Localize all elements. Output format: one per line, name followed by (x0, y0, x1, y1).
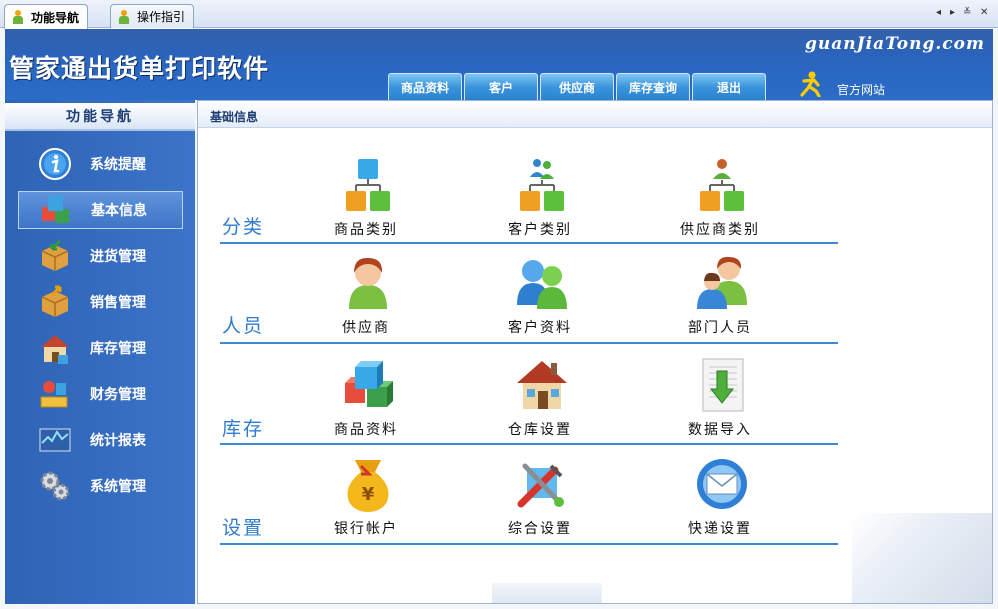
chart-icon (39, 428, 71, 452)
staff-icon (697, 256, 747, 309)
supplier-tree-icon (700, 159, 744, 211)
box-out-icon (41, 285, 69, 317)
app-title: 管家通出货单打印软件 (9, 54, 270, 83)
tile-customer-info[interactable]: 客户资料 (480, 255, 600, 345)
sidebar-item-label: 系统管理 (90, 479, 146, 495)
tab-function-nav[interactable]: 功能导航 (4, 4, 89, 29)
sidebar-item-system[interactable]: 系统管理 (18, 467, 183, 505)
cubes-icon (345, 361, 393, 407)
tile-product-category[interactable]: 商品类别 (306, 157, 426, 247)
tile-general-settings[interactable]: 综合设置 (480, 456, 600, 546)
top-nav: 商品资料 客户 供应商 库存查询 退出 (388, 73, 766, 100)
tile-customer-category[interactable]: 客户类别 (480, 157, 600, 247)
sidebar-item-reports[interactable]: 统计报表 (18, 421, 183, 459)
scroll-right-icon[interactable]: ▸ (950, 7, 955, 18)
tab-label: 功能导航 (31, 10, 80, 25)
person-icon (11, 10, 25, 24)
sidebar-item-basic-info[interactable]: 基本信息 (18, 191, 183, 229)
tile-label: 数据导入 (688, 422, 752, 438)
box-in-icon (41, 239, 69, 271)
sidebar-item-label: 库存管理 (90, 341, 146, 357)
tile-label: 仓库设置 (508, 422, 572, 438)
tile-label: 商品资料 (334, 422, 398, 438)
tile-label: 供应商 (342, 320, 390, 336)
main-tab-bar: 基础信息 (198, 101, 992, 128)
official-site-link[interactable]: 官方网站 (837, 81, 885, 98)
tile-warehouse-settings[interactable]: 仓库设置 (480, 357, 600, 447)
sidebar-item-finance[interactable]: 财务管理 (18, 375, 183, 413)
finance-icon (40, 381, 68, 408)
warehouse-icon (41, 335, 69, 364)
sidebar: 功能导航 系统提醒 基本信息 进货管理 销售管理 库存管理 财务管理 统计报表 … (5, 100, 195, 604)
supplier-person-icon (349, 257, 387, 309)
main-tab-title[interactable]: 基础信息 (210, 108, 258, 125)
cubes-icon (42, 196, 69, 223)
background-decoration (852, 513, 992, 603)
tile-label: 客户资料 (508, 320, 572, 336)
tile-label: 供应商类别 (680, 222, 760, 238)
customer-tree-icon (520, 159, 564, 211)
tile-label: 快递设置 (688, 521, 752, 537)
sidebar-item-label: 统计报表 (90, 433, 146, 449)
sidebar-title: 功能导航 (5, 103, 195, 131)
brand-logo: guanJiaTong.com (804, 34, 985, 54)
scroll-left-icon[interactable]: ◂ (936, 7, 941, 18)
gears-icon (40, 471, 70, 501)
tile-label: 银行帐户 (334, 521, 398, 537)
nav-exit[interactable]: 退出 (692, 73, 766, 100)
sidebar-item-system-reminder[interactable]: 系统提醒 (18, 145, 183, 183)
sidebar-item-inventory[interactable]: 库存管理 (18, 329, 183, 367)
sidebar-item-sales[interactable]: 销售管理 (18, 283, 183, 321)
tile-label: 综合设置 (508, 521, 572, 537)
section-label-inventory: 库存 (222, 418, 265, 440)
tile-department-staff[interactable]: 部门人员 (660, 255, 780, 345)
mail-icon (697, 459, 747, 509)
tile-supplier[interactable]: 供应商 (306, 255, 426, 345)
app-header: 管家通出货单打印软件 guanJiaTong.com 商品资料 客户 供应商 库… (5, 29, 993, 100)
svg-text:¥: ¥ (362, 484, 375, 505)
section-label-personnel: 人员 (222, 315, 265, 337)
category-tree-icon (346, 159, 390, 211)
section-label-category: 分类 (222, 216, 265, 238)
background-decoration (492, 583, 602, 603)
tools-icon (517, 463, 564, 508)
close-icon[interactable]: ✕ (980, 7, 988, 18)
tile-data-import[interactable]: 数据导入 (660, 357, 780, 447)
tile-bank-account[interactable]: ¥ 银行帐户 (306, 456, 426, 546)
tile-label: 客户类别 (508, 222, 572, 238)
tile-product-info[interactable]: 商品资料 (306, 357, 426, 447)
sidebar-item-label: 进货管理 (90, 249, 146, 265)
top-tab-strip: 功能导航 操作指引 ◂ ▸ ≚ ✕ (0, 0, 998, 29)
sidebar-item-label: 系统提醒 (90, 157, 146, 173)
running-person-icon[interactable] (798, 71, 822, 97)
tab-operation-guide[interactable]: 操作指引 (110, 4, 195, 28)
nav-customer[interactable]: 客户 (464, 73, 538, 100)
nav-supplier[interactable]: 供应商 (540, 73, 614, 100)
tile-label: 部门人员 (688, 320, 752, 336)
house-icon (517, 361, 567, 409)
sidebar-item-label: 基本信息 (91, 203, 147, 219)
tile-supplier-category[interactable]: 供应商类别 (660, 157, 780, 247)
tab-label: 操作指引 (137, 10, 186, 24)
section-label-settings: 设置 (222, 517, 265, 539)
nav-stock-query[interactable]: 库存查询 (616, 73, 690, 100)
tab-list-icon[interactable]: ≚ (963, 7, 971, 18)
nav-product-info[interactable]: 商品资料 (388, 73, 462, 100)
import-icon (702, 358, 744, 412)
money-bag-icon: ¥ (347, 460, 389, 512)
sidebar-item-purchase[interactable]: 进货管理 (18, 237, 183, 275)
tile-label: 商品类别 (334, 222, 398, 238)
tile-express-settings[interactable]: 快递设置 (660, 456, 780, 546)
sidebar-item-label: 销售管理 (90, 295, 146, 311)
sidebar-item-label: 财务管理 (90, 387, 146, 403)
main-panel: 基础信息 分类 商品类别 客户类别 供应商类别 人员 供应商 客户资料 部门人员… (197, 100, 993, 604)
customers-icon (517, 260, 567, 309)
info-icon (39, 148, 71, 180)
person-icon (117, 9, 131, 24)
